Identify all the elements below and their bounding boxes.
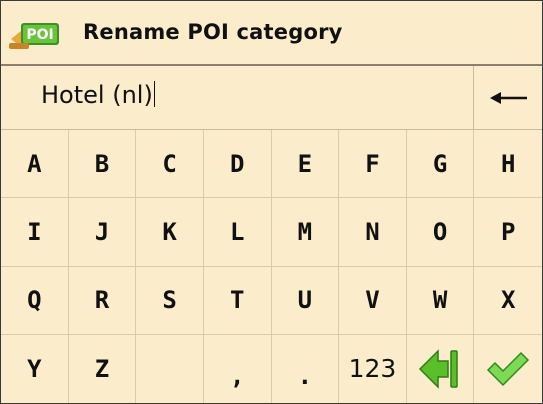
backspace-button[interactable] — [474, 66, 542, 129]
key-z[interactable]: Z — [69, 334, 137, 403]
key-j[interactable]: J — [68, 198, 137, 267]
key-d[interactable]: D — [203, 130, 272, 199]
svg-text:POI: POI — [26, 27, 53, 43]
input-value: Hotel (nl) — [41, 81, 155, 109]
dialog-title: Rename POI category — [83, 20, 343, 44]
key-m[interactable]: M — [271, 198, 340, 267]
on-screen-keyboard: A B C D E F G H I J K L M N O P Q R S T … — [1, 130, 542, 403]
key-n[interactable]: N — [339, 198, 407, 267]
dialog-header: POI Rename POI category — [1, 1, 542, 66]
text-caret — [153, 81, 155, 107]
key-s[interactable]: S — [136, 266, 204, 335]
key-i[interactable]: I — [1, 198, 69, 267]
key-l[interactable]: L — [203, 198, 272, 267]
key-e[interactable]: E — [271, 130, 340, 199]
key-numeric[interactable]: 123 — [339, 334, 407, 403]
key-x[interactable]: X — [474, 267, 542, 335]
key-o[interactable]: O — [406, 198, 475, 267]
arrow-left-icon — [490, 92, 527, 104]
key-u[interactable]: U — [271, 266, 340, 335]
key-h[interactable]: H — [474, 130, 542, 199]
key-b[interactable]: B — [68, 130, 137, 199]
key-space[interactable] — [136, 334, 204, 403]
key-t[interactable]: T — [203, 266, 272, 335]
key-f[interactable]: F — [339, 130, 407, 199]
confirm-button[interactable] — [474, 335, 542, 403]
dialog: POI Rename POI category Hotel (nl) A B C… — [0, 0, 543, 404]
key-p[interactable]: P — [474, 198, 542, 267]
text-input-field[interactable]: Hotel (nl) — [1, 66, 474, 129]
key-c[interactable]: C — [136, 130, 204, 199]
key-r[interactable]: R — [68, 266, 137, 335]
key-w[interactable]: W — [406, 266, 475, 335]
key-a[interactable]: A — [1, 130, 69, 199]
green-checkmark-icon — [487, 351, 530, 386]
key-period[interactable]: . — [272, 334, 340, 403]
input-row: Hotel (nl) — [1, 66, 542, 130]
key-y[interactable]: Y — [1, 334, 69, 403]
key-comma[interactable]: , — [204, 334, 272, 403]
key-k[interactable]: K — [136, 198, 204, 267]
key-q[interactable]: Q — [1, 266, 69, 335]
green-arrow-left-icon — [419, 349, 458, 389]
delete-button[interactable] — [407, 334, 475, 403]
key-v[interactable]: V — [339, 266, 407, 335]
poi-icon: POI — [9, 23, 59, 49]
key-g[interactable]: G — [406, 130, 475, 199]
